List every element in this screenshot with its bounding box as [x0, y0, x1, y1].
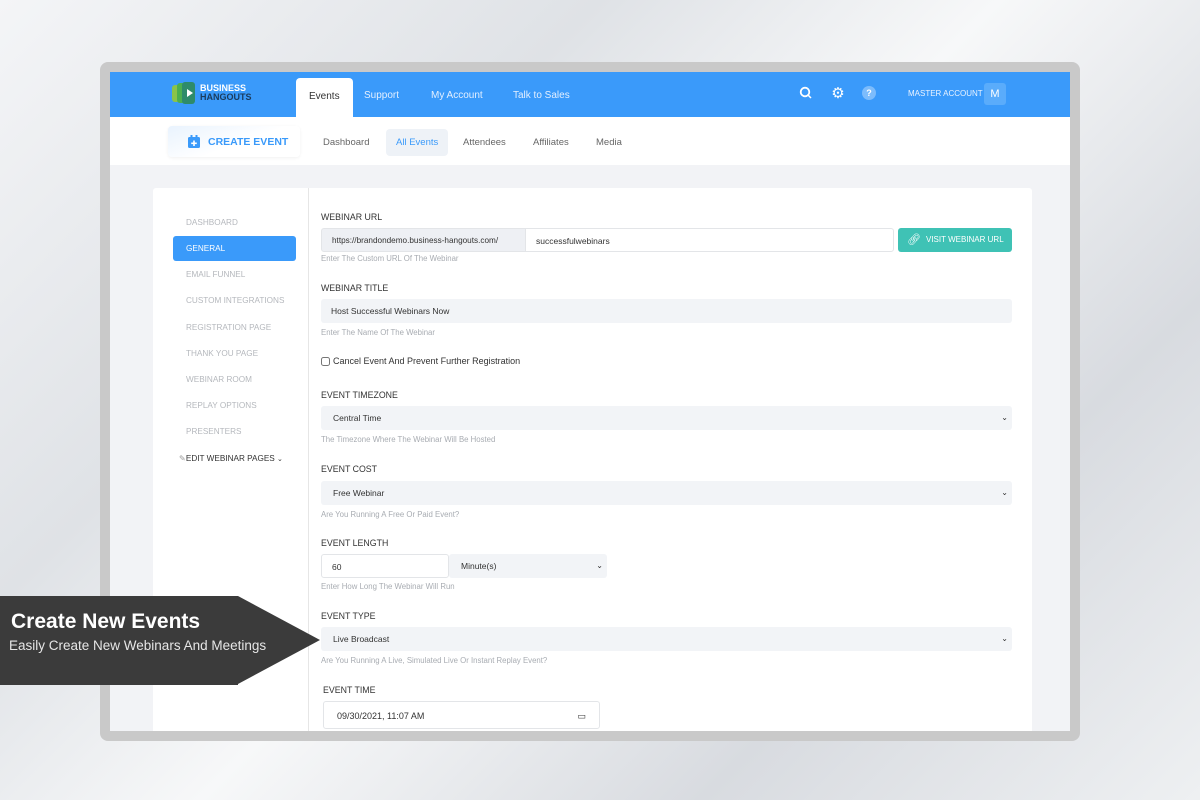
length-label: EVENT LENGTH: [321, 538, 389, 548]
sub-nav: CREATE EVENT Dashboard All Events Attend…: [110, 117, 1070, 165]
logo-icon: [172, 82, 195, 104]
timezone-label: EVENT TIMEZONE: [321, 390, 398, 400]
cancel-event-checkbox[interactable]: [321, 356, 330, 366]
type-select[interactable]: Live Broadcast ⌄: [321, 627, 1012, 651]
sidebar-item-webinar-room[interactable]: WEBINAR ROOM: [173, 367, 296, 392]
length-unit-value: Minute(s): [461, 561, 497, 571]
length-unit-select[interactable]: Minute(s) ⌄: [449, 554, 607, 578]
webinar-title-input[interactable]: Host Successful Webinars Now: [321, 299, 1012, 323]
sidebar-item-email-funnel[interactable]: EMAIL FUNNEL: [173, 262, 296, 287]
sidebar-item-replay-options[interactable]: REPLAY OPTIONS: [173, 393, 296, 418]
avatar[interactable]: M: [984, 83, 1006, 105]
webinar-url-label: WEBINAR URL: [321, 212, 383, 222]
subtab-attendees[interactable]: Attendees: [453, 129, 516, 156]
cancel-event-row: Cancel Event And Prevent Further Registr…: [321, 356, 520, 366]
timezone-select[interactable]: Central Time ⌄: [321, 406, 1012, 430]
calendar-plus-icon: [188, 135, 200, 148]
event-time-input[interactable]: 09/30/2021, 11:07 AM ▭: [323, 701, 600, 729]
webinar-title-hint: Enter The Name Of The Webinar: [321, 328, 435, 337]
brand-logo: BUSINESS HANGOUTS: [172, 82, 252, 104]
tab-talk-to-sales[interactable]: Talk to Sales: [513, 72, 570, 117]
subtab-affiliates[interactable]: Affiliates: [523, 129, 579, 156]
type-label: EVENT TYPE: [321, 611, 376, 621]
subtab-dashboard[interactable]: Dashboard: [313, 129, 379, 156]
account-label[interactable]: MASTER ACCOUNT: [908, 89, 983, 98]
calendar-icon[interactable]: ▭: [577, 702, 586, 730]
time-label: EVENT TIME: [323, 685, 376, 695]
tab-my-account[interactable]: My Account: [431, 72, 483, 117]
url-prefix: https://brandondemo.business-hangouts.co…: [321, 228, 526, 252]
cancel-event-label[interactable]: Cancel Event And Prevent Further Registr…: [333, 356, 520, 366]
chevron-down-icon: ⌄: [277, 456, 283, 463]
cost-value: Free Webinar: [333, 488, 385, 498]
tab-support[interactable]: Support: [364, 72, 399, 117]
type-hint: Are You Running A Live, Simulated Live O…: [321, 656, 548, 665]
edit-webinar-pages-toggle[interactable]: ✎EDIT WEBINAR PAGES ⌄: [173, 446, 296, 471]
sidebar-item-thank-you-page[interactable]: THANK YOU PAGE: [173, 341, 296, 366]
length-input[interactable]: 60: [321, 554, 449, 578]
chevron-down-icon: ⌄: [1001, 488, 1008, 497]
type-value: Live Broadcast: [333, 634, 390, 644]
cost-label: EVENT COST: [321, 464, 378, 474]
subtab-media[interactable]: Media: [586, 129, 632, 156]
timezone-hint: The Timezone Where The Webinar Will Be H…: [321, 435, 496, 444]
sidebar-item-registration-page[interactable]: REGISTRATION PAGE: [173, 315, 296, 340]
gear-icon[interactable]: ⚙: [830, 86, 846, 102]
sidebar-item-dashboard[interactable]: DASHBOARD: [173, 210, 296, 235]
time-value: 09/30/2021, 11:07 AM: [337, 711, 425, 721]
chevron-down-icon: ⌄: [596, 561, 603, 570]
chevron-down-icon: ⌄: [1001, 413, 1008, 422]
create-event-button[interactable]: CREATE EVENT: [168, 126, 300, 157]
edit-icon: ✎: [179, 454, 186, 463]
help-icon[interactable]: ?: [862, 86, 878, 102]
tab-events[interactable]: Events: [296, 78, 353, 117]
cost-select[interactable]: Free Webinar ⌄: [321, 481, 1012, 505]
sidebar-item-general[interactable]: GENERAL: [173, 236, 296, 261]
edit-pages-label: EDIT WEBINAR PAGES: [185, 454, 275, 463]
chevron-down-icon: ⌄: [1001, 634, 1008, 643]
subtab-all-events[interactable]: All Events: [386, 129, 449, 156]
webinar-url-slug-input[interactable]: successfulwebinars: [525, 228, 894, 252]
length-hint: Enter How Long The Webinar Will Run: [321, 582, 455, 591]
top-nav: BUSINESS HANGOUTS Events Support My Accou…: [110, 72, 1070, 117]
webinar-url-hint: Enter The Custom URL Of The Webinar: [321, 254, 459, 263]
search-icon[interactable]: [798, 86, 814, 102]
sidebar-item-custom-integrations[interactable]: CUSTOM INTEGRATIONS: [173, 288, 296, 313]
visit-webinar-url-button[interactable]: 🔗︎ VISIT WEBINAR URL: [898, 228, 1012, 252]
webinar-title-label: WEBINAR TITLE: [321, 283, 389, 293]
banner-title: Create New Events: [11, 610, 201, 633]
sidebar-item-presenters[interactable]: PRESENTERS: [173, 419, 296, 444]
banner-subtitle: Easily Create New Webinars And Meetings: [9, 638, 267, 653]
brand-line2: HANGOUTS: [200, 92, 252, 102]
cost-hint: Are You Running A Free Or Paid Event?: [321, 510, 460, 519]
create-event-label: CREATE EVENT: [208, 135, 289, 148]
visit-label: VISIT WEBINAR URL: [926, 235, 1004, 244]
timezone-value: Central Time: [333, 413, 382, 423]
link-icon: 🔗︎: [907, 234, 921, 246]
